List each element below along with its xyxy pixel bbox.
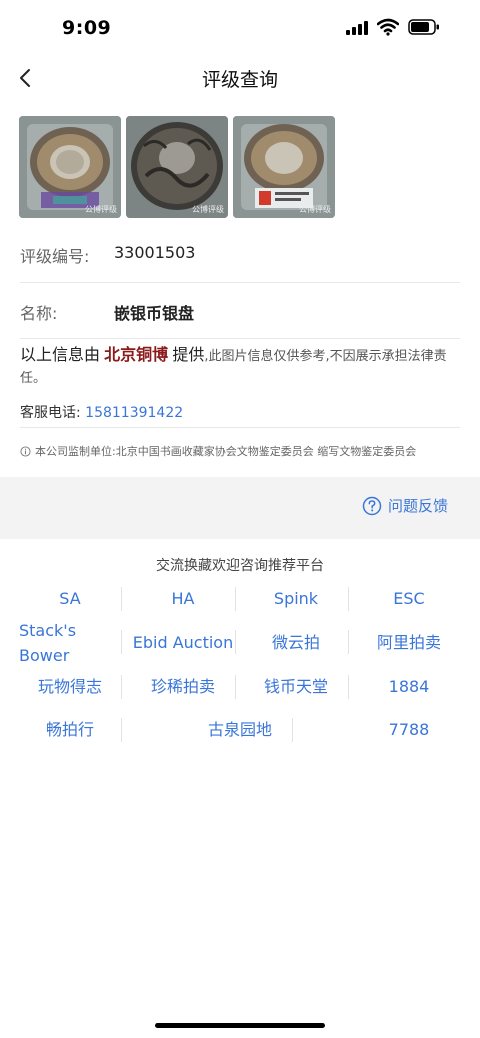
divider bbox=[235, 675, 236, 699]
platform-link[interactable]: 珍稀拍卖 bbox=[133, 674, 233, 699]
divider bbox=[20, 427, 460, 428]
feedback-label: 问题反馈 bbox=[387, 497, 448, 515]
item-name-label: 名称: bbox=[20, 304, 58, 323]
status-time: 9:09 bbox=[62, 17, 112, 39]
disclaimer-provide: 提供 bbox=[172, 345, 205, 364]
platform-link[interactable]: 微云拍 bbox=[246, 630, 346, 655]
image-watermark: 公博评级 bbox=[85, 205, 117, 214]
divider bbox=[292, 718, 293, 742]
divider bbox=[121, 587, 122, 611]
question-circle-icon bbox=[362, 496, 382, 515]
image-watermark: 公博评级 bbox=[299, 205, 331, 214]
disclaimer-text: 以上信息由 北京铜博 提供,此图片信息仅供参考,不因展示承担法律责任。 bbox=[20, 344, 460, 390]
platform-link[interactable]: 7788 bbox=[359, 717, 459, 742]
supervision-note: 本公司监制单位:北京中国书画收藏家协会文物鉴定委员会 缩写文物鉴定委员会 bbox=[20, 443, 416, 459]
platform-link[interactable]: Spink bbox=[246, 586, 346, 611]
supervision-text: 本公司监制单位:北京中国书画收藏家协会文物鉴定委员会 缩写文物鉴定委员会 bbox=[35, 445, 417, 458]
customer-service-label: 客服电话: bbox=[20, 405, 81, 421]
divider bbox=[348, 630, 349, 654]
divider bbox=[20, 282, 460, 283]
image-watermark: 公博评级 bbox=[192, 205, 224, 214]
page-title: 评级查询 bbox=[201, 69, 278, 91]
customer-service-line: 客服电话: 15811391422 bbox=[20, 402, 183, 422]
grade-number-label: 评级编号: bbox=[20, 247, 90, 266]
platform-link[interactable]: Ebid Auction bbox=[128, 630, 238, 655]
divider bbox=[20, 338, 460, 339]
platform-link[interactable]: 阿里拍卖 bbox=[359, 630, 459, 655]
divider bbox=[235, 587, 236, 611]
coin-image-back[interactable]: 公博评级 bbox=[126, 116, 228, 218]
feedback-band: 问题反馈 bbox=[0, 477, 480, 539]
customer-service-phone-link[interactable]: 15811391422 bbox=[85, 405, 183, 421]
divider bbox=[235, 630, 236, 654]
platform-link[interactable]: 畅拍行 bbox=[20, 717, 120, 742]
battery-icon bbox=[408, 19, 439, 35]
divider bbox=[121, 630, 122, 654]
home-indicator[interactable] bbox=[155, 1023, 325, 1028]
cellular-signal-icon bbox=[346, 21, 370, 35]
disclaimer-prefix: 以上信息由 bbox=[20, 345, 101, 364]
platform-link[interactable]: 古泉园地 bbox=[130, 717, 350, 742]
platform-link[interactable]: 玩物得志 bbox=[20, 674, 120, 699]
item-name-value: 嵌银币银盘 bbox=[114, 304, 195, 323]
platform-link[interactable]: ESC bbox=[359, 586, 459, 611]
platform-link[interactable]: Stack's Bower bbox=[19, 618, 109, 668]
navigation-bar: 评级查询 bbox=[0, 56, 480, 100]
info-icon bbox=[20, 445, 31, 457]
coin-image-slab[interactable]: 公博评级 bbox=[233, 116, 335, 218]
platform-link[interactable]: HA bbox=[133, 586, 233, 611]
divider bbox=[121, 718, 122, 742]
wifi-icon bbox=[377, 18, 399, 36]
grade-number-value: 33001503 bbox=[114, 243, 196, 262]
divider bbox=[348, 587, 349, 611]
divider bbox=[348, 675, 349, 699]
coin-image-front[interactable]: 公博评级 bbox=[19, 116, 121, 218]
platform-link[interactable]: SA bbox=[20, 586, 120, 611]
feedback-button[interactable]: 问题反馈 bbox=[362, 495, 448, 516]
platform-link[interactable]: 1884 bbox=[359, 674, 459, 699]
status-bar: 9:09 bbox=[0, 0, 480, 56]
divider bbox=[121, 675, 122, 699]
provider-brand: 北京铜博 bbox=[104, 345, 169, 364]
platform-link[interactable]: 钱币天堂 bbox=[246, 674, 346, 699]
platforms-title: 交流换藏欢迎咨询推荐平台 bbox=[156, 558, 324, 574]
